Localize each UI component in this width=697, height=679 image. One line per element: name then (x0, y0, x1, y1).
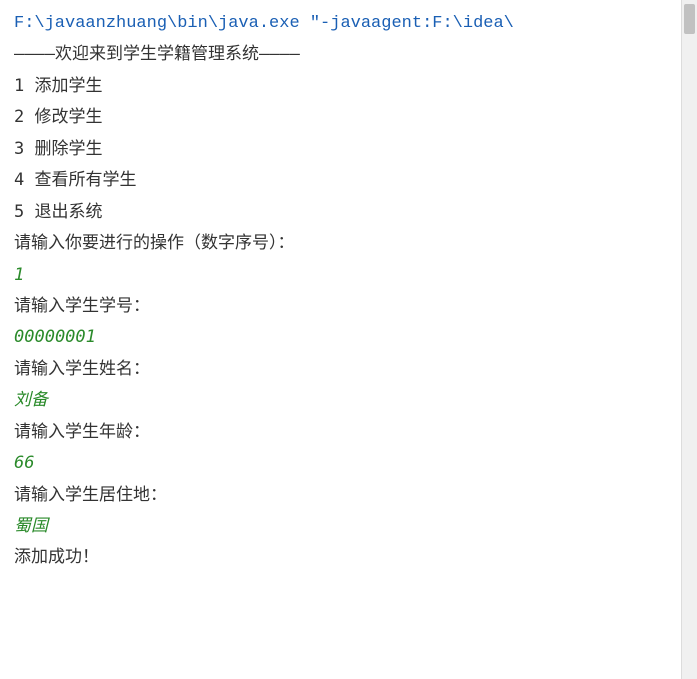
input-student-name: 刘备 (14, 385, 663, 416)
menu-item-modify: 2 修改学生 (14, 102, 663, 133)
menu-item-view: 4 查看所有学生 (14, 165, 663, 196)
prompt-operation: 请输入你要进行的操作（数字序号）： (14, 228, 663, 259)
input-student-age: 66 (14, 448, 663, 479)
prompt-student-age: 请输入学生年龄： (14, 417, 663, 448)
prompt-student-address: 请输入学生居住地： (14, 480, 663, 511)
java-command-line: F:\javaanzhuang\bin\java.exe "-javaagent… (14, 8, 663, 39)
menu-item-delete: 3 删除学生 (14, 134, 663, 165)
input-student-id: 00000001 (14, 322, 663, 353)
menu-item-add: 1 添加学生 (14, 71, 663, 102)
menu-item-exit: 5 退出系统 (14, 197, 663, 228)
vertical-scrollbar[interactable] (681, 0, 697, 679)
welcome-banner: ————欢迎来到学生学籍管理系统———— (14, 39, 663, 70)
prompt-student-id: 请输入学生学号： (14, 291, 663, 322)
input-operation: 1 (14, 260, 663, 291)
prompt-student-name: 请输入学生姓名： (14, 354, 663, 385)
input-student-address: 蜀国 (14, 511, 663, 542)
console-output: F:\javaanzhuang\bin\java.exe "-javaagent… (14, 8, 683, 574)
result-message: 添加成功！ (14, 542, 663, 573)
scrollbar-thumb[interactable] (684, 4, 695, 34)
